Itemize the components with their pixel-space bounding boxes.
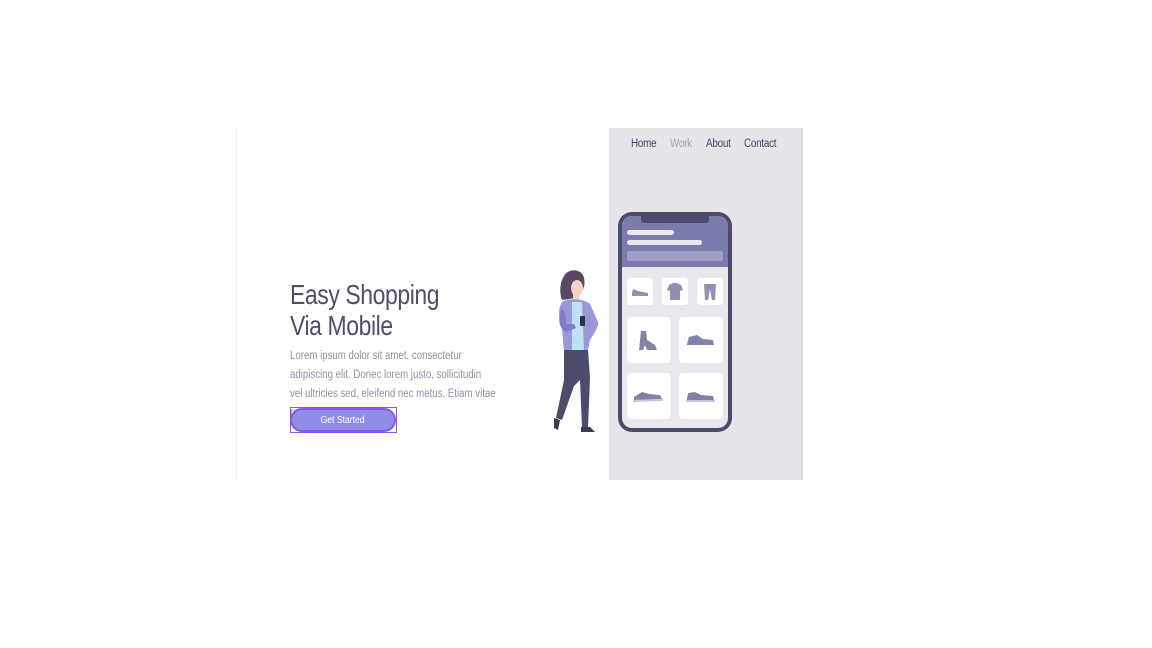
landing-page: Home Work About Contact Easy Shopping Vi… bbox=[0, 0, 1152, 648]
phone-notch bbox=[641, 213, 709, 223]
hand-phone bbox=[580, 316, 585, 326]
woman-with-phone-illustration bbox=[554, 270, 599, 432]
nav-contact[interactable]: Contact bbox=[744, 138, 777, 150]
nav-about[interactable]: About bbox=[706, 138, 731, 150]
product-tile bbox=[627, 317, 671, 363]
nav-work[interactable]: Work bbox=[670, 138, 692, 150]
shoe bbox=[581, 427, 595, 432]
phone-illustration bbox=[618, 212, 732, 432]
get-started-button[interactable]: Get Started bbox=[290, 408, 396, 432]
product-tile bbox=[697, 278, 723, 305]
face bbox=[571, 280, 583, 296]
pants bbox=[556, 350, 590, 428]
main-nav: Home Work About Contact bbox=[631, 138, 777, 150]
shoe bbox=[554, 418, 560, 430]
side-panel-edge bbox=[801, 128, 803, 480]
hero-title-line1: Easy Shopping bbox=[290, 279, 440, 310]
nav-home[interactable]: Home bbox=[631, 138, 657, 150]
hero-title-line2: Via Mobile bbox=[290, 310, 393, 341]
get-started-label: Get Started bbox=[321, 414, 365, 426]
hero-title: Easy Shopping Via Mobile bbox=[290, 279, 470, 341]
